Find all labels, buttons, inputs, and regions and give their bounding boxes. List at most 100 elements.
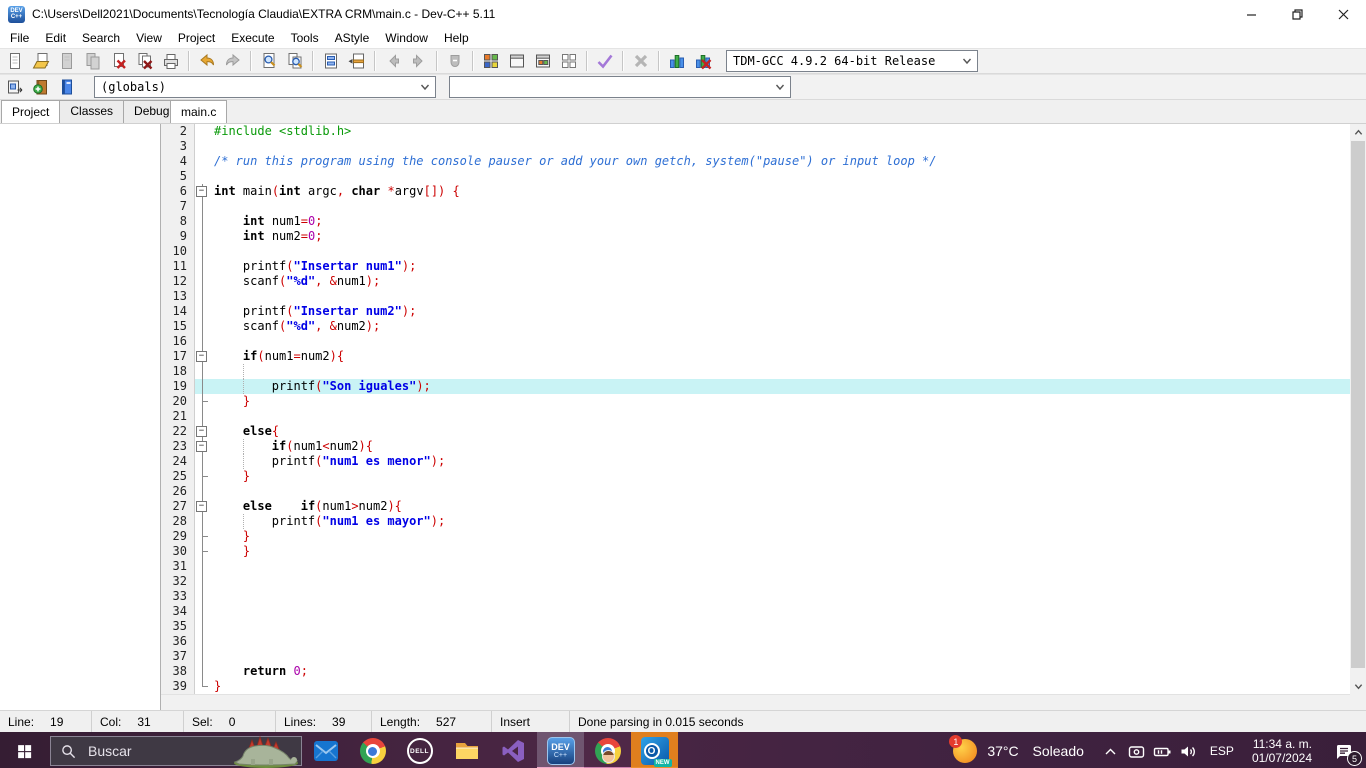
code-line-27[interactable]: 27− else if(num1>num2){ (161, 499, 1350, 514)
editor-tab-main-c[interactable]: main.c (170, 100, 227, 123)
line-number[interactable]: 15 (161, 319, 195, 334)
line-number[interactable]: 30 (161, 544, 195, 559)
minimize-button[interactable] (1228, 0, 1274, 28)
run-button[interactable] (504, 49, 530, 73)
line-number[interactable]: 22 (161, 424, 195, 439)
code-line-34[interactable]: 34 (161, 604, 1350, 619)
taskbar-app-mail[interactable] (302, 732, 349, 768)
code-line-26[interactable]: 26 (161, 484, 1350, 499)
code-line-3[interactable]: 3 (161, 139, 1350, 154)
line-number[interactable]: 28 (161, 514, 195, 529)
fold-toggle-icon[interactable]: − (195, 349, 211, 364)
line-number[interactable]: 27 (161, 499, 195, 514)
members-select[interactable] (449, 76, 791, 98)
taskbar-search-input[interactable]: Buscar (50, 736, 302, 766)
code-line-10[interactable]: 10 (161, 244, 1350, 259)
menu-item-help[interactable]: Help (436, 29, 477, 47)
goto-definition-button[interactable] (2, 75, 28, 99)
menu-item-search[interactable]: Search (74, 29, 128, 47)
code-line-38[interactable]: 38 return 0; (161, 664, 1350, 679)
code-line-2[interactable]: 2#include <stdlib.h> (161, 124, 1350, 139)
new-file-button[interactable] (2, 49, 28, 73)
line-number[interactable]: 19 (161, 379, 195, 394)
menu-item-astyle[interactable]: AStyle (327, 29, 378, 47)
line-number[interactable]: 10 (161, 244, 195, 259)
line-number[interactable]: 13 (161, 289, 195, 304)
taskbar-app-chrome-profile[interactable] (584, 732, 631, 768)
weather-widget[interactable]: 1 37°C Soleado (953, 739, 1084, 763)
line-number[interactable]: 31 (161, 559, 195, 574)
code-line-12[interactable]: 12 scanf("%d", &num1); (161, 274, 1350, 289)
code-line-17[interactable]: 17− if(num1=num2){ (161, 349, 1350, 364)
save-button[interactable] (54, 49, 80, 73)
goto-line-button[interactable] (318, 49, 344, 73)
code-line-8[interactable]: 8 int num1=0; (161, 214, 1350, 229)
scroll-down-arrow-icon[interactable] (1350, 678, 1366, 694)
syntax-check-button[interactable] (592, 49, 618, 73)
line-number[interactable]: 37 (161, 649, 195, 664)
line-number[interactable]: 17 (161, 349, 195, 364)
line-number[interactable]: 23 (161, 439, 195, 454)
menu-item-execute[interactable]: Execute (223, 29, 282, 47)
close-all-button[interactable] (132, 49, 158, 73)
code-line-6[interactable]: 6−int main(int argc, char *argv[]) { (161, 184, 1350, 199)
menu-item-view[interactable]: View (128, 29, 170, 47)
horizontal-scrollbar[interactable] (161, 694, 1350, 710)
open-book-button[interactable] (54, 75, 80, 99)
taskbar-app-chrome[interactable] (349, 732, 396, 768)
line-number[interactable]: 39 (161, 679, 195, 694)
scroll-up-arrow-icon[interactable] (1350, 124, 1366, 140)
line-number[interactable]: 11 (161, 259, 195, 274)
rebuild-all-button[interactable] (556, 49, 582, 73)
fold-toggle-icon[interactable]: − (195, 439, 211, 454)
taskbar-app-explorer[interactable] (443, 732, 490, 768)
code-line-14[interactable]: 14 printf("Insertar num2"); (161, 304, 1350, 319)
line-number[interactable]: 32 (161, 574, 195, 589)
line-number[interactable]: 3 (161, 139, 195, 154)
undo-button[interactable] (194, 49, 220, 73)
language-indicator[interactable]: ESP (1210, 744, 1234, 758)
code-line-32[interactable]: 32 (161, 574, 1350, 589)
code-line-23[interactable]: 23− if(num1<num2){ (161, 439, 1350, 454)
forward-button[interactable] (406, 49, 432, 73)
find-button[interactable] (256, 49, 282, 73)
globals-select[interactable]: (globals) (94, 76, 436, 98)
line-number[interactable]: 26 (161, 484, 195, 499)
scrollbar-thumb[interactable] (1351, 141, 1365, 668)
line-number[interactable]: 34 (161, 604, 195, 619)
code-line-15[interactable]: 15 scanf("%d", &num2); (161, 319, 1350, 334)
menu-item-project[interactable]: Project (170, 29, 223, 47)
code-line-16[interactable]: 16 (161, 334, 1350, 349)
line-number[interactable]: 5 (161, 169, 195, 184)
line-number[interactable]: 21 (161, 409, 195, 424)
panel-tab-project[interactable]: Project (1, 100, 60, 123)
delete-profiling-button[interactable] (690, 49, 716, 73)
code-line-24[interactable]: 24 printf("num1 es menor"); (161, 454, 1350, 469)
code-line-19[interactable]: 19 printf("Son iguales"); (161, 379, 1350, 394)
menu-item-edit[interactable]: Edit (37, 29, 74, 47)
code-line-29[interactable]: 29 } (161, 529, 1350, 544)
restore-button[interactable] (1274, 0, 1320, 28)
line-number[interactable]: 33 (161, 589, 195, 604)
vertical-scrollbar[interactable] (1350, 124, 1366, 694)
save-all-button[interactable] (80, 49, 106, 73)
line-number[interactable]: 14 (161, 304, 195, 319)
code-line-31[interactable]: 31 (161, 559, 1350, 574)
action-center-button[interactable]: 5 (1322, 732, 1366, 768)
line-number[interactable]: 8 (161, 214, 195, 229)
code-line-22[interactable]: 22− else{ (161, 424, 1350, 439)
code-line-21[interactable]: 21 (161, 409, 1350, 424)
replace-button[interactable] (282, 49, 308, 73)
back-button[interactable] (380, 49, 406, 73)
code-line-37[interactable]: 37 (161, 649, 1350, 664)
compile-button[interactable] (478, 49, 504, 73)
abort-button[interactable] (628, 49, 654, 73)
code-line-9[interactable]: 9 int num2=0; (161, 229, 1350, 244)
tray-display-icon[interactable] (1124, 732, 1150, 768)
line-number[interactable]: 20 (161, 394, 195, 409)
menu-item-file[interactable]: File (2, 29, 37, 47)
code-line-5[interactable]: 5 (161, 169, 1350, 184)
start-button[interactable] (0, 732, 48, 768)
code-editor[interactable]: 2#include <stdlib.h>34/* run this progra… (161, 124, 1366, 710)
taskbar-app-dell[interactable]: DELL (396, 732, 443, 768)
